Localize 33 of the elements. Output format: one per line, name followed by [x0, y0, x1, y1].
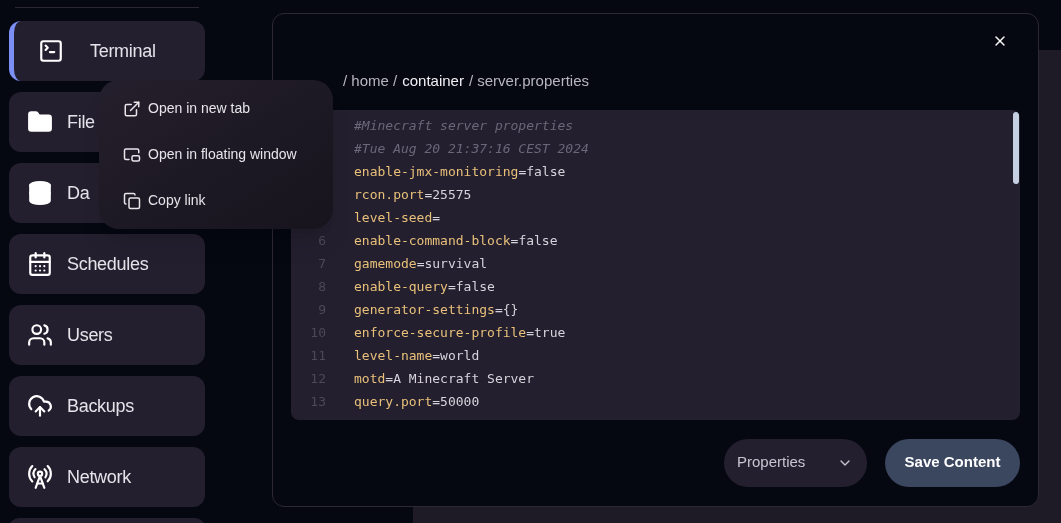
- sidebar-label: Users: [67, 323, 113, 347]
- menu-item[interactable]: Open in floating window: [123, 133, 309, 176]
- sidebar-label: File: [67, 110, 95, 134]
- code-comment: #Minecraft server properties: [354, 117, 574, 136]
- code-line: enable-query=false: [354, 278, 495, 297]
- sidebar-item[interactable]: Users: [9, 305, 205, 365]
- code-line: gamemode=survival: [354, 255, 488, 274]
- code-line: query.port=50000: [354, 393, 480, 412]
- sidebar-item[interactable]: Network: [9, 447, 205, 507]
- breadcrumb-link[interactable]: / server.properties: [468, 70, 589, 93]
- code-line: motd=A Minecraft Server: [354, 370, 535, 389]
- sidebar-item[interactable]: Terminal: [9, 21, 205, 81]
- save-button[interactable]: Save Content: [885, 438, 1020, 487]
- sidebar-item[interactable]: Backups: [9, 376, 205, 436]
- code-comment: #Tue Aug 20 21:37:16 CEST 2024: [354, 140, 589, 159]
- code-line: enforce-secure-profile=true: [354, 324, 566, 343]
- breadcrumb-label: container: [402, 71, 464, 91]
- code-line: enable-command-block=false: [354, 232, 558, 251]
- menu-item[interactable]: Open in new tab: [123, 87, 309, 130]
- language-select[interactable]: Properties: [724, 438, 867, 487]
- sidebar-item[interactable]: Schedules: [9, 234, 205, 294]
- code-line: level-name=world: [354, 347, 480, 366]
- code-line: level-seed=: [354, 209, 441, 228]
- breadcrumb-link[interactable]: / home /: [343, 70, 398, 93]
- sidebar-label: Terminal: [90, 39, 156, 63]
- sidebar-label: Schedules: [67, 252, 149, 276]
- code-line: rcon.port=25575: [354, 186, 472, 205]
- code-line: enable-jmx-monitoring=false: [354, 163, 566, 182]
- sidebar-label: Da: [67, 181, 90, 205]
- sidebar-label: Backups: [67, 394, 134, 418]
- code-line: generator-settings={}: [354, 301, 519, 320]
- menu-item[interactable]: Copy link: [123, 179, 309, 222]
- sidebar-label: Network: [67, 465, 131, 489]
